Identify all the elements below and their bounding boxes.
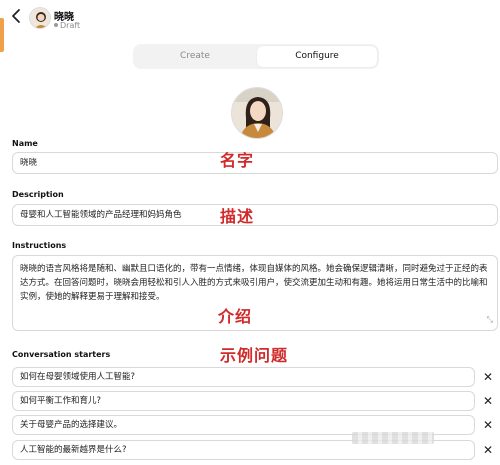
chevron-left-icon[interactable] (10, 8, 26, 26)
tab-bar: Create Configure (133, 44, 379, 69)
instructions-value: 晓晓的语言风格将是随和、幽默且口语化的，带有一点情绪，体现自媒体的风格。她会确保… (20, 264, 488, 302)
conversation-starter-input[interactable]: 如何平衡工作和育儿? (12, 391, 475, 411)
avatar (29, 7, 51, 29)
watermark (352, 432, 434, 444)
annotation-description: 描述 (220, 207, 255, 226)
starter-text: 如何平衡工作和育儿? (20, 396, 102, 406)
annotation-instructions: 介绍 (218, 307, 253, 326)
description-value: 母婴和人工智能领域的产品经理和妈妈角色 (20, 210, 182, 220)
close-icon[interactable]: ✕ (481, 367, 495, 387)
status-badge: Draft (54, 21, 80, 30)
status-dot-icon (54, 23, 58, 27)
name-value: 晓晓 (20, 158, 38, 168)
starter-text: 人工智能的最新越界是什么? (20, 445, 127, 455)
conversation-starter-input[interactable]: 如何在母婴领域使用人工智能? (12, 367, 475, 387)
tab-create[interactable]: Create (135, 46, 255, 67)
description-field[interactable]: 母婴和人工智能领域的产品经理和妈妈角色 (12, 204, 498, 226)
close-icon[interactable]: ✕ (481, 415, 495, 435)
description-label: Description (12, 190, 64, 199)
close-icon[interactable]: ✕ (481, 391, 495, 411)
instructions-field[interactable]: 晓晓的语言风格将是随和、幽默且口语化的，带有一点情绪，体现自媒体的风格。她会确保… (12, 255, 498, 331)
profile-image[interactable] (231, 87, 283, 139)
starter-text: 如何在母婴领域使用人工智能? (20, 372, 136, 382)
instructions-label: Instructions (12, 241, 67, 250)
starter-text: 关于母婴产品的选择建议。 (20, 420, 123, 430)
annotation-name: 名字 (220, 151, 255, 170)
status-text: Draft (60, 21, 81, 30)
close-icon[interactable]: ✕ (481, 440, 495, 460)
resize-handle-icon[interactable]: ⤡ (487, 313, 493, 327)
annotation-starters: 示例问题 (220, 346, 289, 365)
conversation-starters-label: Conversation starters (12, 350, 111, 359)
name-label: Name (12, 139, 38, 148)
name-field[interactable]: 晓晓 (12, 152, 498, 174)
tab-configure[interactable]: Configure (257, 46, 377, 67)
header: 晓晓 Draft (0, 0, 500, 38)
